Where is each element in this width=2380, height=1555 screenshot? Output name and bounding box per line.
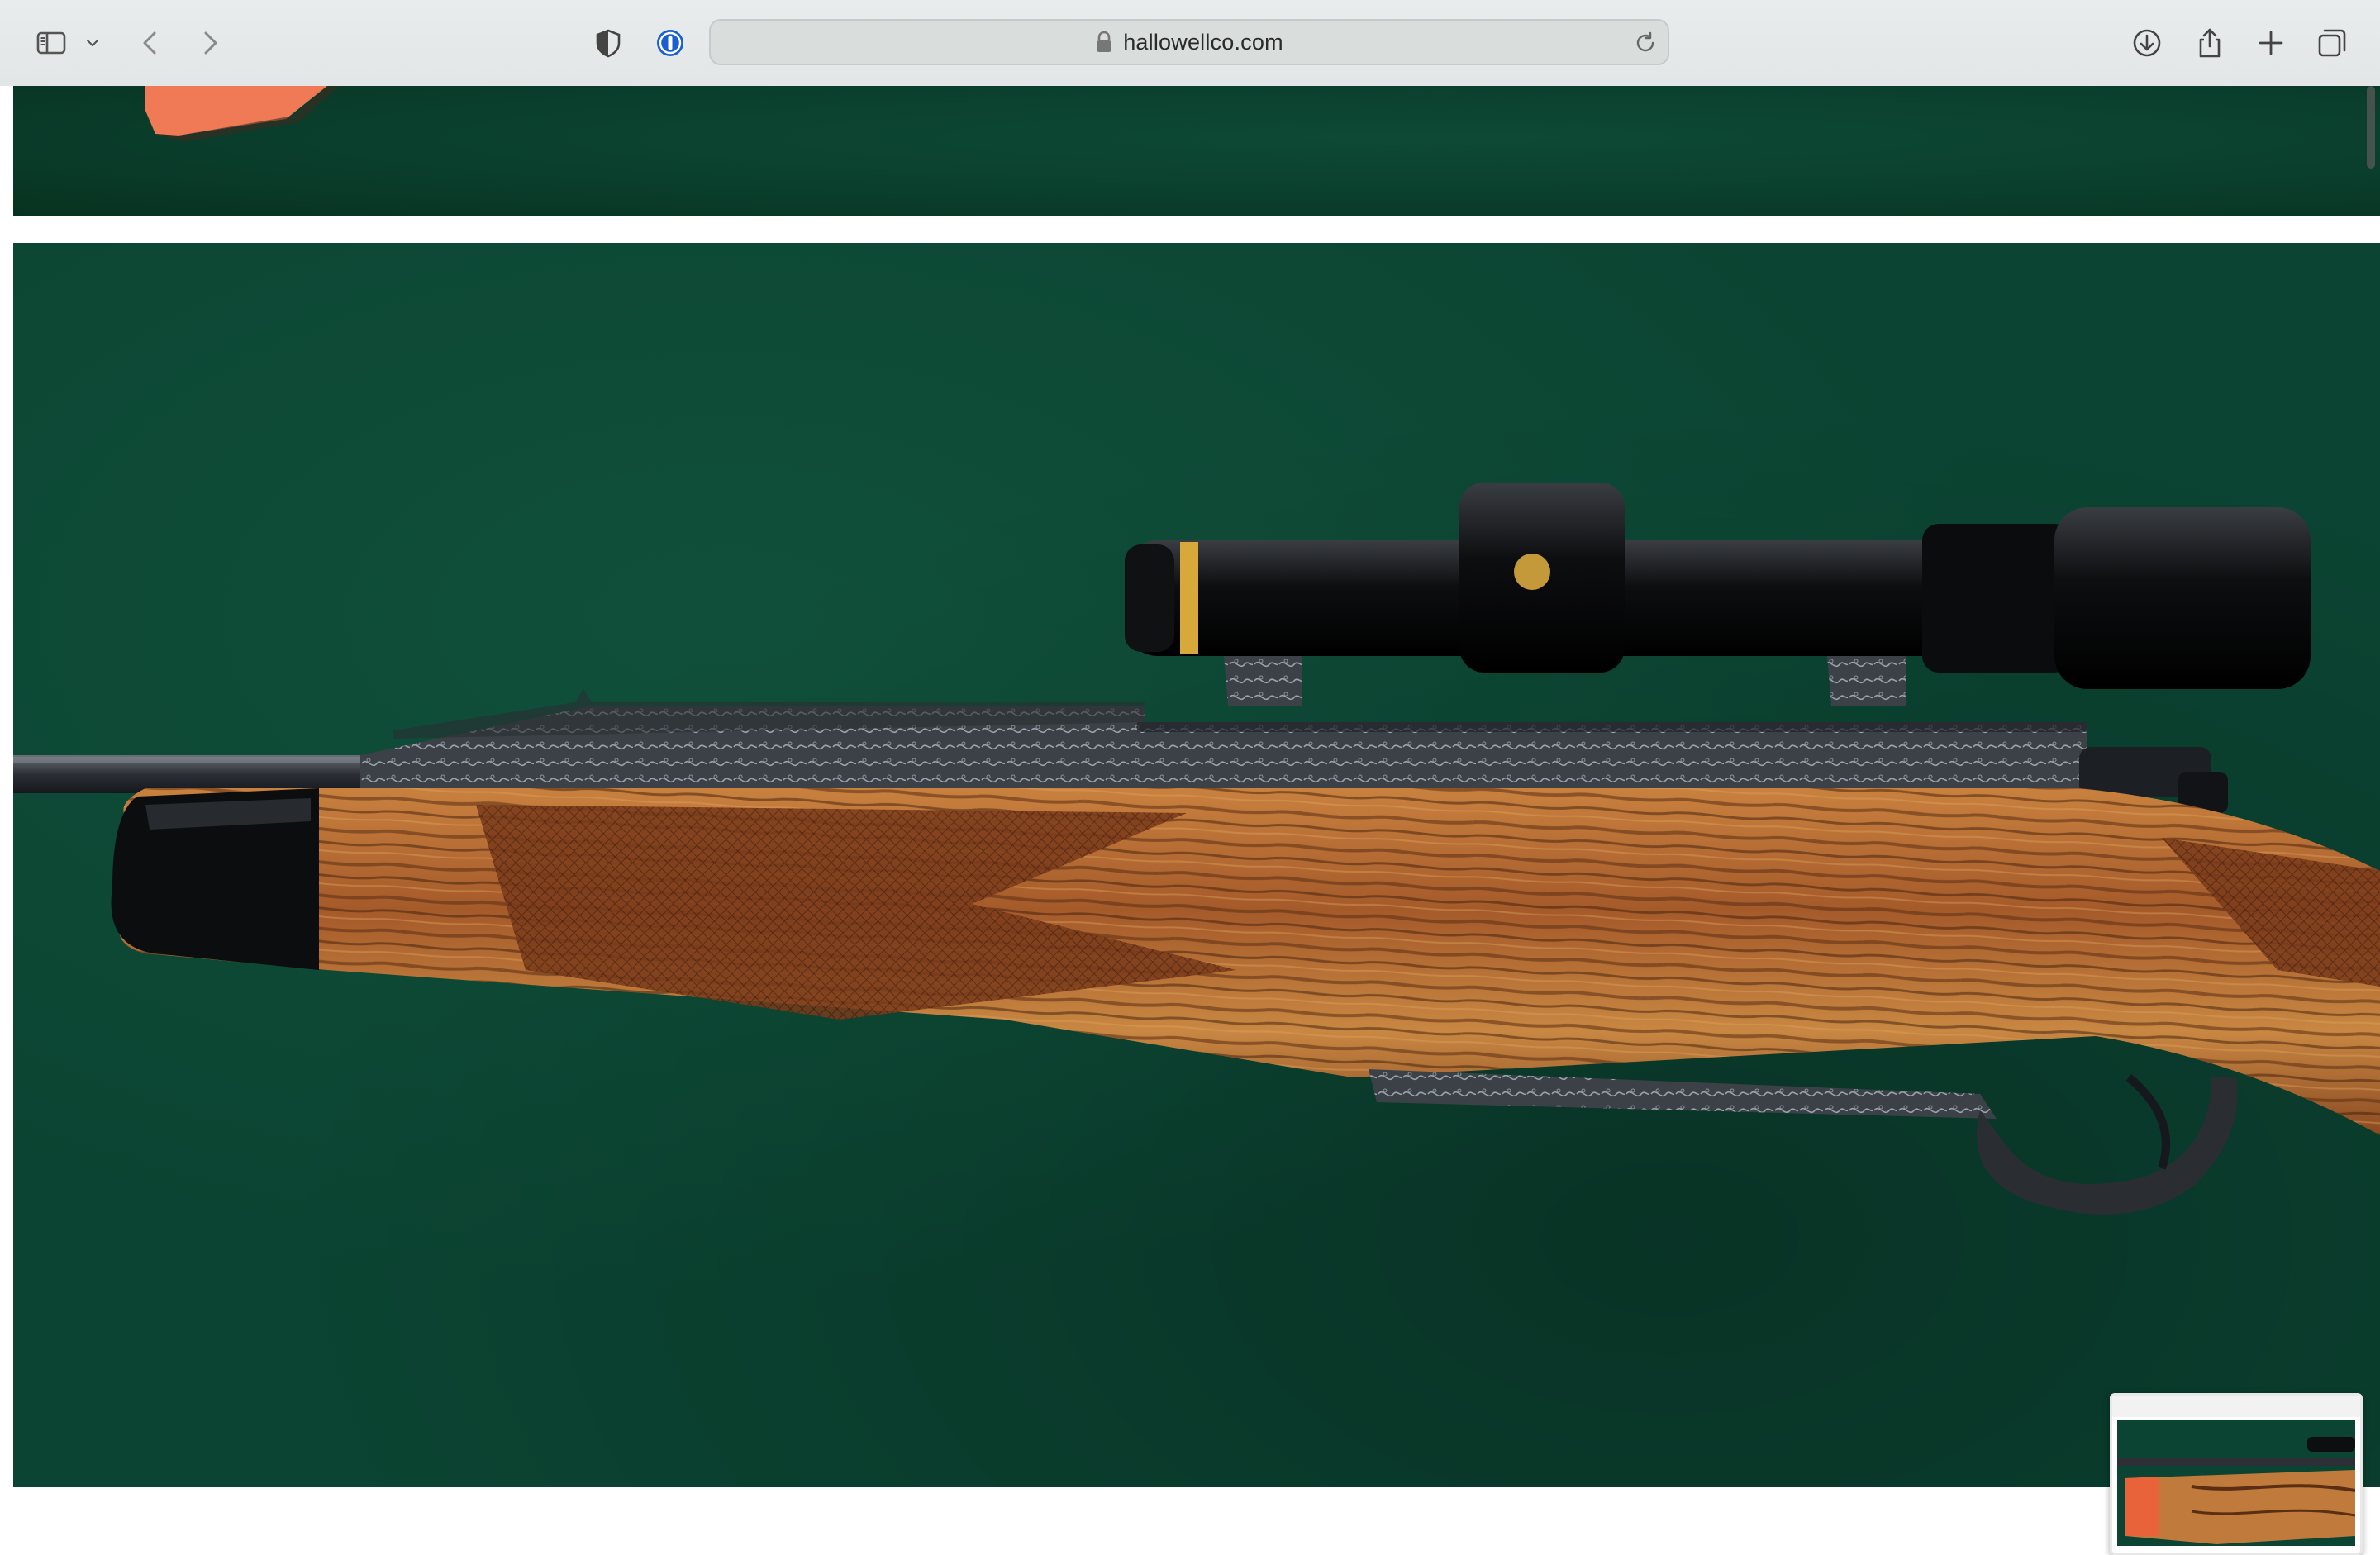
password-manager-button[interactable]	[649, 21, 692, 64]
plus-icon	[2259, 31, 2283, 55]
page-gutter	[0, 86, 13, 1487]
scrollbar-thumb[interactable]	[2367, 86, 2375, 169]
previous-photo-art	[145, 86, 340, 142]
rifle-illustration	[13, 483, 2380, 1215]
share-icon	[2199, 28, 2221, 58]
thumbnail-image	[2117, 1420, 2355, 1546]
share-button[interactable]	[2188, 21, 2231, 64]
reload-button[interactable]	[1631, 29, 1659, 57]
rifle-photo	[13, 243, 2380, 1487]
sidebar-toggle-button[interactable]	[30, 21, 73, 64]
sidebar-toggle-icon	[36, 31, 66, 55]
downloads-button[interactable]	[2125, 21, 2168, 64]
page-content	[0, 86, 2380, 1555]
tab-group-menu-button[interactable]	[76, 21, 109, 64]
chevron-down-icon	[86, 39, 99, 47]
page-thumbnail-preview[interactable]	[2110, 1393, 2363, 1555]
previous-photo	[13, 86, 2380, 216]
address-content: hallowellco.com	[711, 21, 1668, 64]
lock-icon	[1097, 31, 1112, 52]
reload-icon	[1636, 31, 1654, 52]
back-button[interactable]	[129, 21, 172, 64]
forward-button[interactable]	[188, 21, 231, 64]
forward-arrow-icon	[204, 31, 217, 55]
thumbnail-header	[2112, 1396, 2360, 1417]
tab-overview-icon	[2318, 29, 2346, 57]
new-tab-button[interactable]	[2249, 21, 2292, 64]
thumbnail-rifle-art	[2117, 1420, 2355, 1544]
privacy-shield-icon	[596, 29, 621, 58]
privacy-report-button[interactable]	[587, 21, 630, 64]
tab-overview-button[interactable]	[2311, 21, 2354, 64]
url-text: hallowellco.com	[1123, 29, 1283, 55]
back-arrow-icon	[143, 31, 156, 55]
browser-toolbar: hallowellco.com	[0, 0, 2380, 88]
address-bar[interactable]: hallowellco.com	[709, 19, 1669, 65]
password-manager-icon	[657, 30, 683, 56]
download-icon	[2133, 29, 2161, 57]
